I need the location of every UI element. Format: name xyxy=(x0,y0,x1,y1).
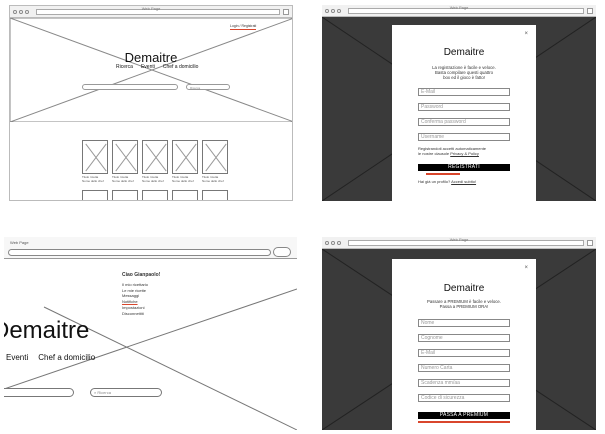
register-modal: × Demaitre La registrazione è facile e v… xyxy=(392,25,536,201)
window-title: Web Page xyxy=(141,6,161,11)
window-title: Web Page xyxy=(10,240,29,245)
email-field[interactable]: E-Mail xyxy=(418,349,510,357)
premium-modal: × Demaitre Passare a PREMIUM è facile e … xyxy=(392,259,536,430)
recipe-image[interactable] xyxy=(142,190,168,200)
last-name-field[interactable]: Cognome xyxy=(418,334,510,342)
chef-name: Nome dello chef xyxy=(82,178,104,183)
recipe-card[interactable]: Titolo ricetta Nome dello chef xyxy=(82,140,108,183)
panel-landing: Web Page Login / Registrati Demaitre Ric… xyxy=(9,5,293,201)
register-underline xyxy=(426,173,460,175)
password-field[interactable]: Password xyxy=(418,103,510,111)
search-placeholder: Ricerca xyxy=(97,390,111,395)
close-icon[interactable]: × xyxy=(524,265,528,271)
card-number-field[interactable]: Numero Carta xyxy=(418,364,510,372)
user-dropdown: Ciao Gianpaolo! Il mio ricettario Le mie… xyxy=(122,272,202,317)
recipe-image xyxy=(172,140,198,174)
nav-events[interactable]: Eventi xyxy=(141,64,155,70)
first-name-field[interactable]: Nome xyxy=(418,319,510,327)
panel-register: Web Page × Demaitre La registrazione è f… xyxy=(322,5,596,201)
browser-chrome: Web Page xyxy=(4,237,297,259)
username-field[interactable]: Username xyxy=(418,133,510,141)
recipe-grid: Titolo ricetta Nome dello chef Titolo ric… xyxy=(82,140,228,183)
window-title: Web Page xyxy=(449,5,469,10)
recipe-image[interactable] xyxy=(202,190,228,200)
address-bar[interactable] xyxy=(8,249,271,256)
browser-menu-icon[interactable] xyxy=(273,247,291,257)
menu-icon[interactable] xyxy=(283,9,289,15)
recipe-card[interactable]: Titolo ricetta Nome dello chef xyxy=(142,140,168,183)
recipe-card[interactable]: Titolo ricetta Nome dello chef xyxy=(172,140,198,183)
recipe-card[interactable]: Titolo ricetta Nome dello chef xyxy=(202,140,228,183)
card-expiry-field[interactable]: Scadenza mm/aa xyxy=(418,379,510,387)
window-title: Web Page xyxy=(449,237,469,242)
recipe-grid-row-2 xyxy=(82,190,228,200)
intro-line: Passa a PREMIUM ORA! xyxy=(439,304,489,310)
menu-icon[interactable] xyxy=(587,8,593,14)
recipe-image[interactable] xyxy=(112,190,138,200)
panel-premium: Web Page × Demaitre Passare a PREMIUM è … xyxy=(322,237,596,430)
recipe-image[interactable] xyxy=(82,190,108,200)
login-prompt-text: Hai già un profilo? xyxy=(418,179,451,184)
main-nav: Eventi Chef a domicilio xyxy=(6,353,95,362)
chef-name: Nome dello chef xyxy=(172,178,194,183)
browser-chrome: Web Page xyxy=(322,237,596,249)
location-input[interactable] xyxy=(4,388,74,397)
brand-title: Demaitre xyxy=(4,317,90,344)
modal-title: Demaitre xyxy=(443,47,485,58)
privacy-link[interactable]: Privacy & Policy xyxy=(450,151,479,156)
consent-text: Registrandoti accetti automaticamente le… xyxy=(418,146,514,156)
menu-icon[interactable] xyxy=(587,240,593,246)
chef-name: Nome dello chef xyxy=(112,178,134,183)
browser-chrome: Web Page xyxy=(10,6,292,18)
recipe-card[interactable]: Titolo ricetta Nome dello chef xyxy=(112,140,138,183)
menu-item-logout[interactable]: Disconnettiti xyxy=(122,311,202,317)
recipe-image xyxy=(112,140,138,174)
login-register-link[interactable]: Login / Registrati xyxy=(230,24,257,30)
nav-chef[interactable]: Chef a domicilio xyxy=(163,64,199,70)
consent-line: le nostre clausole Privacy & Policy xyxy=(418,151,514,156)
confirm-password-field[interactable]: Conferma password xyxy=(418,118,510,126)
modal-title: Demaitre xyxy=(443,283,485,294)
main-nav: Ricerca Eventi Chef a domicilio xyxy=(116,64,198,70)
register-button[interactable]: REGISTRATI xyxy=(418,164,510,171)
recipe-image[interactable] xyxy=(172,190,198,200)
nav-search[interactable]: Ricerca xyxy=(116,64,133,70)
login-prompt: Hai già un profilo? Accedi subito! xyxy=(418,179,528,184)
recipe-image xyxy=(142,140,168,174)
brand-title: Demaitre xyxy=(124,50,178,65)
recipe-image xyxy=(202,140,228,174)
premium-button[interactable]: PASSA A PREMIUM xyxy=(418,412,510,419)
search-icon: ⌕ xyxy=(94,390,97,395)
nav-chef[interactable]: Chef a domicilio xyxy=(38,353,95,362)
chef-name: Nome dello chef xyxy=(142,178,164,183)
greeting: Ciao Gianpaolo! xyxy=(122,272,161,278)
chef-name: Nome dello chef xyxy=(202,178,224,183)
nav-events[interactable]: Eventi xyxy=(6,353,28,362)
email-field[interactable]: E-Mail xyxy=(418,88,510,96)
search-input[interactable]: ⌕ Ricerca xyxy=(90,388,162,397)
recipe-image xyxy=(82,140,108,174)
consent-prefix: le nostre clausole xyxy=(418,151,451,156)
close-icon[interactable]: × xyxy=(524,31,528,37)
browser-chrome: Web Page xyxy=(322,5,596,17)
modal-intro: La registrazione è facile e veloce. Bast… xyxy=(392,65,536,81)
premium-underline xyxy=(418,421,510,423)
hero-image-placeholder xyxy=(10,18,292,122)
modal-intro: Passare a PREMIUM è facile e veloce. Pas… xyxy=(392,299,536,309)
panel-user-menu: Web Page Ciao Gianpaolo! Il mio ricettar… xyxy=(4,237,297,430)
location-input[interactable] xyxy=(82,84,178,90)
search-input[interactable]: Ricerca xyxy=(186,84,230,90)
security-code-field[interactable]: Codice di sicurezza xyxy=(418,394,510,402)
login-link[interactable]: Accedi subito! xyxy=(451,179,476,184)
intro-line: box ed il gioco è fatto! xyxy=(443,75,485,81)
